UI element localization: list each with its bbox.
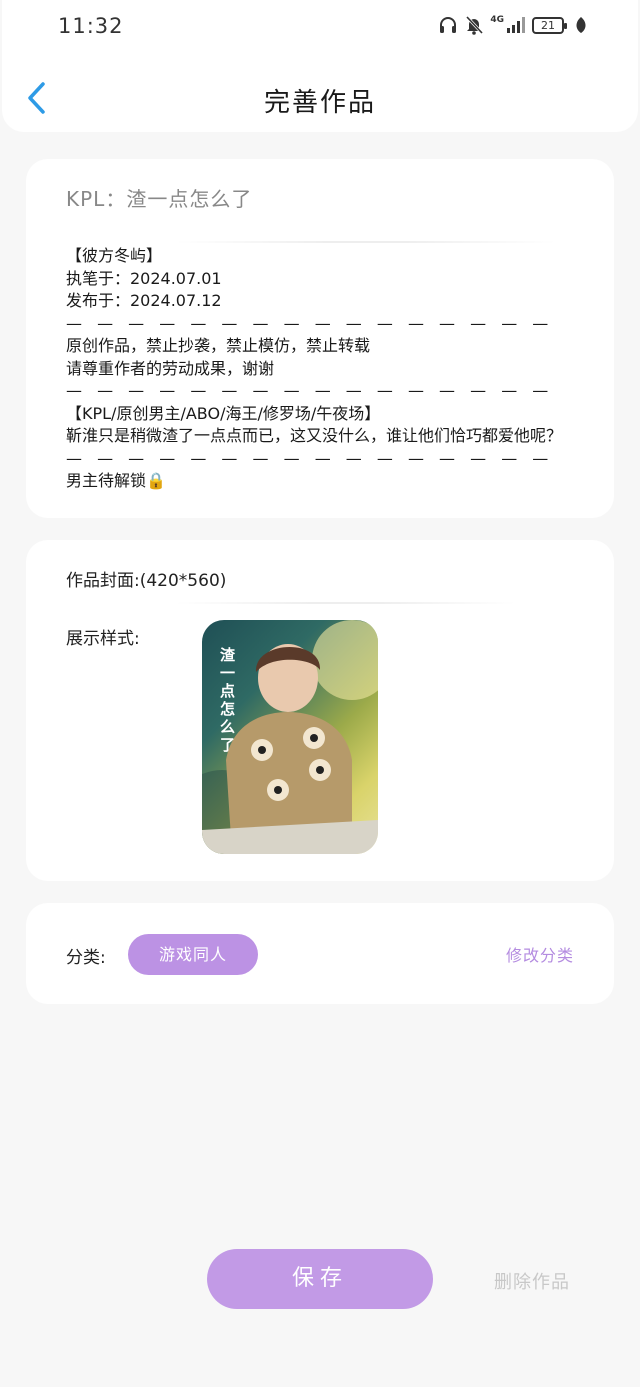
divider (176, 602, 516, 604)
work-info-card: KPL：渣一点怎么了 【彼方冬屿】 执笔于：2024.07.01 发布于：202… (26, 159, 614, 518)
description-line: 【KPL/原创男主/ABO/海王/修罗场/午夜场】 (66, 403, 381, 423)
network-type: 4G (490, 15, 504, 25)
delete-work-button[interactable]: 删除作品 (494, 1268, 570, 1294)
headphones-icon (440, 17, 457, 33)
status-icons: 4G 21 (438, 15, 588, 35)
status-time: 11:32 (58, 14, 124, 38)
description-separator: — — — — — — — — — — — — — — — — — — — — … (66, 313, 561, 333)
description-line: 男主待解锁🔒 (66, 471, 166, 490)
divider (176, 241, 556, 243)
cover-image[interactable]: 渣一点怎么了 (202, 620, 378, 854)
description-separator: — — — — — — — — — — — — — — — — — — — — … (66, 381, 561, 400)
bell-off-icon (466, 15, 484, 35)
save-button[interactable]: 保存 (207, 1249, 433, 1309)
signal-icon (507, 17, 525, 33)
work-description-input[interactable]: 【彼方冬屿】 执笔于：2024.07.01 发布于：2024.07.12 — —… (66, 245, 586, 493)
description-line: 【彼方冬屿】 (66, 246, 163, 265)
category-card: 分类: 游戏同人 修改分类 (26, 903, 614, 1004)
page-title: 完善作品 (263, 88, 376, 118)
work-title-input[interactable]: KPL：渣一点怎么了 (66, 183, 252, 212)
description-line: 请尊重作者的劳动成果，谢谢 (66, 358, 275, 378)
cover-label: 作品封面:(420*560) (66, 571, 227, 591)
description-line: 靳淮只是稍微渣了一点点而已，这又没什么，谁让他们恰巧都爱他呢？ (66, 426, 563, 445)
cover-card: 作品封面:(420*560) 展示样式: 渣一点怎么了 (26, 540, 614, 881)
edit-category-link[interactable]: 修改分类 (506, 942, 574, 966)
display-style-label: 展示样式: (66, 629, 140, 649)
leaf-icon (576, 17, 586, 33)
header-bar: 11:32 4G 21 完善作品 (2, 0, 638, 132)
description-line: 发布于：2024.07.12 (66, 291, 222, 310)
cover-title-text: 渣一点怎么了 (220, 646, 236, 754)
description-line: 执笔于：2024.07.01 (66, 268, 222, 288)
battery-icon: 21 (532, 16, 567, 34)
description-separator: — — — — — — — — — — — — — — — — — — — — … (66, 448, 561, 468)
description-line: 原创作品，禁止抄袭，禁止模仿，禁止转载 (66, 336, 371, 355)
category-chip[interactable]: 游戏同人 (128, 934, 258, 975)
category-label: 分类: (66, 948, 106, 968)
